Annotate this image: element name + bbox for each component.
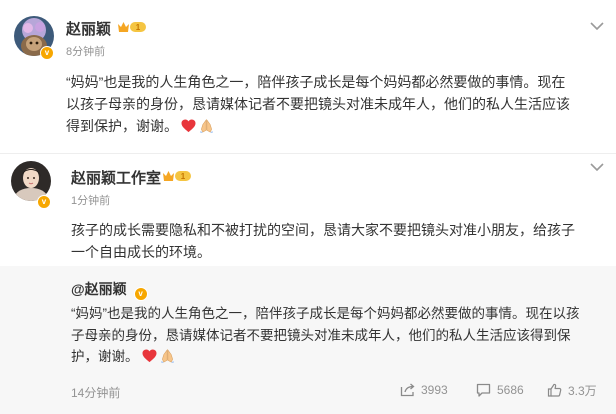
comment-count: 5686 <box>497 383 524 397</box>
post-text-line: 得到保护，谢谢。 <box>66 115 570 137</box>
user-rank-badge-icon: 1 <box>163 171 191 181</box>
post-text-line-text: 得到保护，谢谢。 <box>66 118 178 134</box>
user-rank-badge-icon: 1 <box>118 22 146 32</box>
weibo-comment-post: v 赵丽颖工作室 1 1分钟前 孩子的成长需要隐私和不被打扰的空间，恳请大家不要… <box>0 154 616 266</box>
thumbs-up-icon <box>547 383 562 397</box>
red-heart-icon <box>181 119 196 133</box>
folded-hands-icon <box>160 349 174 363</box>
verified-badge-icon: v <box>40 46 54 60</box>
svg-text:1: 1 <box>136 23 141 32</box>
comment-icon <box>476 383 491 397</box>
author-name[interactable]: 赵丽颖 <box>66 18 111 39</box>
post-text-line: 孩子的成长需要隐私和不被打扰的空间，恳请大家不要把镜头对准小朋友，给孩子 <box>71 222 575 238</box>
quoted-text-line: 子母亲的身份，恳请媒体记者不要把镜头对准未成年人，他们的私人生活应该得到保 <box>71 327 571 343</box>
mention-link[interactable]: @赵丽颖 v <box>71 279 148 301</box>
post-time[interactable]: 8分钟前 <box>66 43 105 59</box>
repost-action[interactable]: 3993 <box>400 383 448 397</box>
weibo-post: v 赵丽颖 1 8分钟前 “妈妈”也是我的人生角色之一，陪伴孩子成长是每个妈妈都… <box>0 0 616 153</box>
svg-text:1: 1 <box>181 172 186 181</box>
like-count: 3.3万 <box>568 383 597 398</box>
red-heart-icon <box>142 349 156 363</box>
share-icon <box>400 383 415 397</box>
verified-badge-icon: v <box>37 195 51 209</box>
post-text-line: 以孩子母亲的身份，恳请媒体记者不要把镜头对准未成年人，他们的私人生活应该 <box>66 96 570 112</box>
quoted-text: “妈妈”也是我的人生角色之一，陪伴孩子成长是每个妈妈都必然要做的事情。现在以孩 … <box>71 303 580 368</box>
post-text-line: “妈妈”也是我的人生角色之一，陪伴孩子成长是每个妈妈都必然要做的事情。现在 <box>66 74 566 90</box>
like-action[interactable]: 3.3万 <box>547 383 597 398</box>
post-text-line: 一个自由成长的环境。 <box>71 244 211 260</box>
folded-hands-icon <box>199 119 214 133</box>
author-name[interactable]: 赵丽颖工作室 <box>71 167 161 188</box>
post-text: “妈妈”也是我的人生角色之一，陪伴孩子成长是每个妈妈都必然要做的事情。现在 以孩… <box>66 71 570 137</box>
quoted-text-line-text: 护，谢谢。 <box>71 349 139 364</box>
repost-count: 3993 <box>421 383 448 397</box>
chevron-down-icon[interactable] <box>590 22 604 30</box>
quoted-post-time[interactable]: 14分钟前 <box>71 384 120 401</box>
quoted-text-line: “妈妈”也是我的人生角色之一，陪伴孩子成长是每个妈妈都必然要做的事情。现在以孩 <box>71 306 580 321</box>
chevron-down-icon[interactable] <box>590 163 604 171</box>
verified-badge-icon: v <box>133 287 148 301</box>
comment-action[interactable]: 5686 <box>476 383 524 397</box>
post-time[interactable]: 1分钟前 <box>71 192 110 208</box>
post-text: 孩子的成长需要隐私和不被打扰的空间，恳请大家不要把镜头对准小朋友，给孩子 一个自… <box>71 219 575 263</box>
quoted-text-line: 护，谢谢。 <box>71 346 580 368</box>
